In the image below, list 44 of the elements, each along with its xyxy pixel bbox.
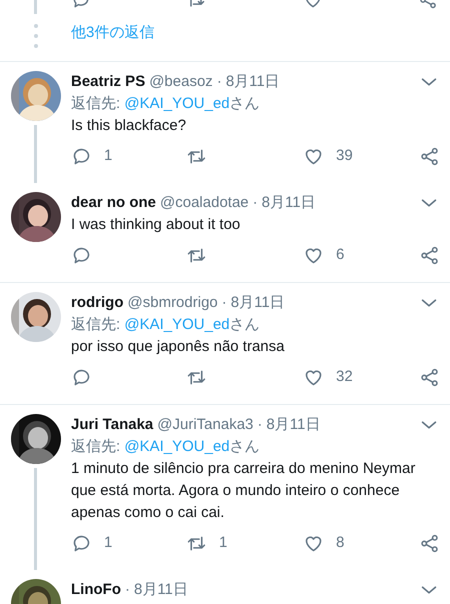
tweet-date: 8月11日 [226,72,280,92]
reply-count: 1 [104,146,112,166]
mention-link[interactable]: @KAI_YOU_ed [124,316,230,333]
user-handle[interactable]: @JuriTanaka3 [157,414,254,436]
share-icon[interactable] [419,366,440,388]
share-icon[interactable] [418,0,438,10]
user-name[interactable]: LinoFo [71,578,121,602]
share-icon[interactable] [419,146,440,166]
tweet-text: por isso que japonês não transa [71,337,286,357]
separator-dot: · [252,192,258,213]
heart-icon[interactable] [303,0,323,10]
user-handle[interactable]: @sbmrodrigo [128,292,218,314]
user-name[interactable]: dear no one [71,192,156,214]
separator-dot: · [124,580,130,600]
retweet-count: 1 [219,532,228,553]
tweet-date: 8月11日 [266,414,320,435]
user-handle[interactable]: @coaladotae [160,192,249,214]
share-icon[interactable] [419,532,440,554]
more-replies-link[interactable]: 他3件の返信 [71,22,438,44]
mention-link[interactable]: @KAI_YOU_ed [124,95,230,112]
like-count: 8 [336,532,344,553]
like-count: 39 [336,146,353,166]
reply-count: 1 [104,532,112,553]
separator-dot: · [222,292,227,313]
tweet-text: Is this blackface? [71,116,188,136]
tweet-text: I was thinking about it too [71,215,242,235]
mention-link[interactable]: @KAI_YOU_ed [124,438,230,455]
tweet-date: 8月11日 [230,292,285,313]
reply-to-text: 返信先: @KAI_YOU_edさん [71,437,261,457]
separator-dot: · [216,72,222,92]
user-name[interactable]: rodrigo [71,292,124,314]
user-handle[interactable]: @beasoz [149,70,213,94]
reply-icon[interactable] [71,0,91,10]
tweet-date: 8月11日 [134,580,188,600]
like-count: 6 [336,244,344,265]
user-name[interactable]: Juri Tanaka [71,414,154,436]
separator-dot: · [257,414,262,435]
tweet-text: 1 minuto de silêncio pra carreira do menino Neymar que está morta. Agora o mundo inteiro o conhece apenas como o cai cai. [71,459,416,523]
user-name[interactable]: Beatriz PS [71,70,146,94]
like-count: 32 [336,366,353,387]
reply-to-text: 返信先: @KAI_YOU_edさん [71,94,261,114]
tweet-date: 8月11日 [262,192,316,213]
share-icon[interactable] [419,244,440,266]
reply-to-text: 返信先: @KAI_YOU_edさん [71,315,261,335]
